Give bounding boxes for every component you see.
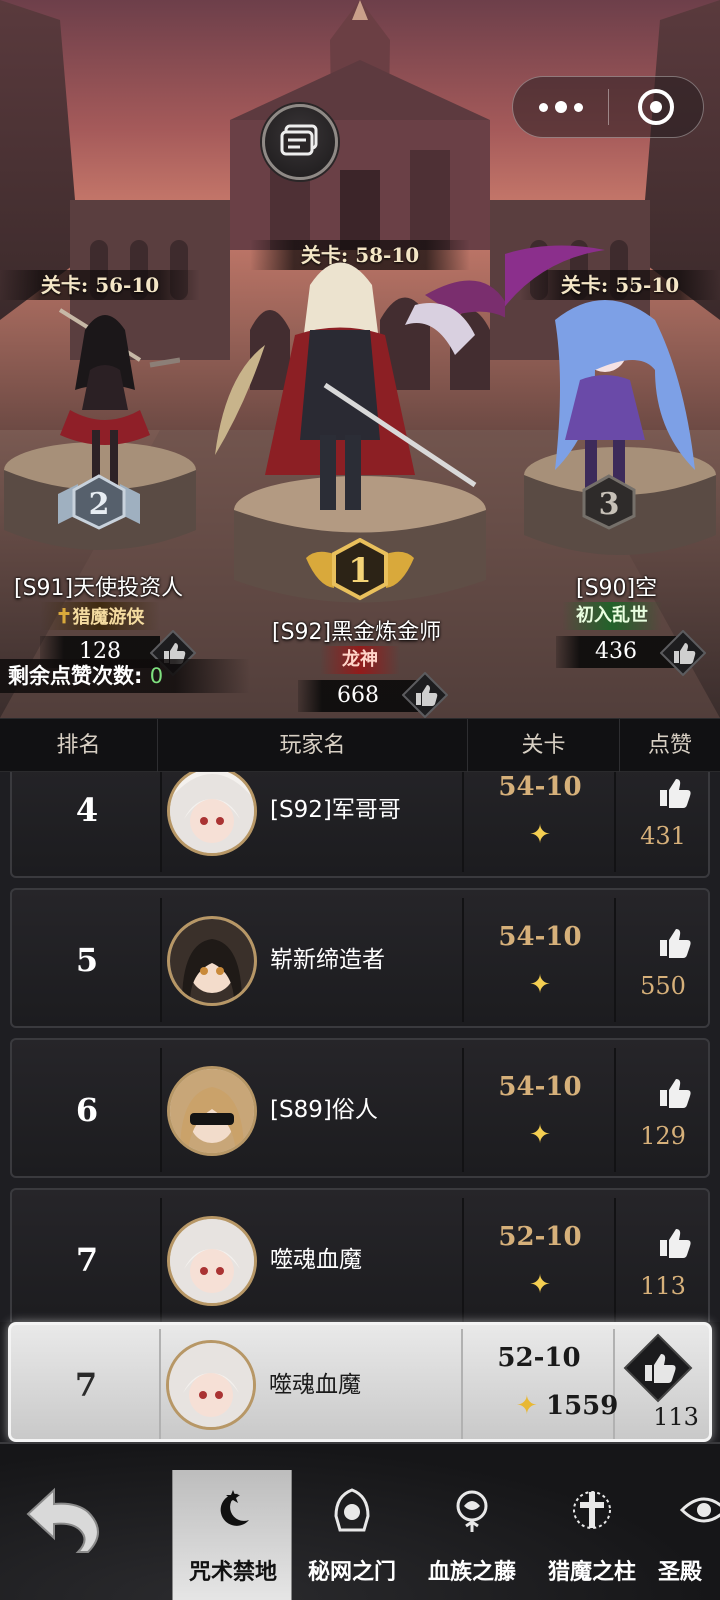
row-stage: 54-10 xyxy=(498,772,582,802)
my-like-count: 113 xyxy=(653,1403,699,1431)
row-like-count: 113 xyxy=(640,1272,686,1300)
remaining-likes-value: 0 xyxy=(149,664,164,688)
row-rank: 6 xyxy=(75,1091,99,1129)
tab-label: 血族之藤 xyxy=(427,1560,516,1585)
tab-secret-gate[interactable]: 秘网之门 xyxy=(292,1470,412,1600)
star-icon: ✦ xyxy=(529,970,551,1000)
target-close-icon[interactable] xyxy=(609,76,703,138)
like-thumb-icon[interactable] xyxy=(652,1220,696,1264)
like-thumb-icon[interactable] xyxy=(652,920,696,964)
table-row[interactable]: 7 噬魂血魔 52-10 ✦ 113 xyxy=(10,1188,710,1322)
table-row[interactable]: 6 [S89]俗人 54-10 ✦ 129 xyxy=(10,1038,710,1178)
table-row[interactable]: 4 [S92]军哥哥 54-10 ✦ 431 xyxy=(10,772,710,878)
third-player-name[interactable]: [S90]空 xyxy=(576,570,657,602)
my-player-name: 噬魂血魔 xyxy=(269,1372,361,1398)
rank-3-medal-icon: 3 xyxy=(582,474,636,530)
first-player-character[interactable] xyxy=(205,235,505,535)
star-icon: ✦ xyxy=(529,1270,551,1300)
my-rank: 7 xyxy=(74,1366,98,1404)
bottom-navigation: 咒术禁地 秘网之门 血族之藤 猎魔之柱 圣殿 xyxy=(0,1442,720,1600)
ranking-table-header: 排名 玩家名 关卡 点赞 xyxy=(0,718,720,773)
rose-icon xyxy=(456,1490,488,1532)
like-thumb-icon[interactable] xyxy=(652,1070,696,1114)
chat-bubble-icon[interactable] xyxy=(262,104,338,180)
tab-label: 咒术禁地 xyxy=(188,1560,277,1585)
star-icon: ✦ xyxy=(529,820,551,850)
tab-hunter-pillar[interactable]: 猎魔之柱 xyxy=(532,1470,652,1600)
like-thumb-icon[interactable] xyxy=(652,772,696,814)
avatar[interactable] xyxy=(166,1340,256,1430)
row-like-count: 431 xyxy=(640,822,686,850)
tab-cursed-land[interactable]: 咒术禁地 xyxy=(172,1470,292,1600)
mini-program-capsule xyxy=(512,76,704,138)
tab-blood-vine[interactable]: 血族之藤 xyxy=(412,1470,532,1600)
avatar[interactable] xyxy=(167,1066,257,1156)
row-stage: 52-10 xyxy=(498,1222,582,1252)
my-score: 1559 xyxy=(546,1391,619,1421)
row-player-name: [S89]俗人 xyxy=(270,1097,378,1123)
remaining-likes-label: 剩余点赞次数: xyxy=(8,664,143,688)
avatar[interactable] xyxy=(167,772,257,856)
first-player-like-count: 668 xyxy=(298,680,418,712)
row-stage: 54-10 xyxy=(498,922,582,952)
my-like-thumb-icon[interactable] xyxy=(623,1333,693,1403)
header-rank: 排名 xyxy=(0,719,158,773)
hooded-figure-icon xyxy=(334,1488,370,1532)
cross-icon: ✝ xyxy=(55,604,73,628)
first-player-name[interactable]: [S92]黑金炼金师 xyxy=(272,614,441,646)
tab-label: 猎魔之柱 xyxy=(547,1560,636,1585)
avatar[interactable] xyxy=(167,916,257,1006)
tab-label: 秘网之门 xyxy=(307,1560,396,1585)
row-player-name: 噬魂血魔 xyxy=(270,1247,362,1273)
tab-sanctum[interactable]: 圣殿 xyxy=(652,1470,720,1600)
row-player-name: [S92]军哥哥 xyxy=(270,797,401,823)
rank-1-medal-icon: 1 xyxy=(306,538,414,601)
remaining-likes: 剩余点赞次数: 0 xyxy=(0,659,250,693)
avatar[interactable] xyxy=(167,1216,257,1306)
header-likes: 点赞 xyxy=(647,733,692,758)
star-icon: ✦ xyxy=(516,1391,538,1421)
row-rank: 7 xyxy=(75,1241,99,1279)
row-player-name: 崭新缔造者 xyxy=(270,947,385,973)
moon-star-icon xyxy=(220,1490,249,1526)
second-player-title: 猎魔游侠 xyxy=(72,607,145,628)
my-rank-row[interactable]: 7 噬魂血魔 52-10 ✦ 1559 113 xyxy=(8,1322,712,1442)
holy-cross-icon xyxy=(573,1491,611,1529)
header-stage: 关卡 xyxy=(468,719,620,773)
header-player-name: 玩家名 xyxy=(158,719,468,773)
more-dots-icon[interactable] xyxy=(513,76,608,138)
my-stage: 52-10 xyxy=(497,1343,581,1373)
rank-2-number: 2 xyxy=(89,487,110,522)
second-player-character[interactable] xyxy=(30,300,180,500)
second-player-title-badge: ✝猎魔游侠 xyxy=(40,602,160,630)
first-like-thumb-icon[interactable] xyxy=(402,672,448,718)
second-stage-label: 关卡: 56-10 xyxy=(0,270,200,300)
eye-icon xyxy=(680,1497,720,1523)
star-icon: ✦ xyxy=(529,1120,551,1150)
third-player-character[interactable] xyxy=(505,240,705,500)
third-like-thumb-icon[interactable] xyxy=(660,630,706,676)
row-rank: 5 xyxy=(75,941,99,979)
rank-1-number: 1 xyxy=(348,551,372,591)
ranking-list[interactable]: 4 [S92]军哥哥 54-10 ✦ 431 5 崭新缔造者 54-10 ✦ 5… xyxy=(0,772,720,1322)
rank-3-number: 3 xyxy=(599,487,620,522)
third-player-title-badge: 初入乱世 xyxy=(562,602,662,630)
back-arrow-icon[interactable] xyxy=(18,1474,118,1574)
third-player-like-count: 436 xyxy=(556,636,676,668)
row-rank: 4 xyxy=(75,791,99,829)
table-row[interactable]: 5 崭新缔造者 54-10 ✦ 550 xyxy=(10,888,710,1028)
row-like-count: 550 xyxy=(640,972,686,1000)
row-like-count: 129 xyxy=(640,1122,686,1150)
podium-section: 关卡: 56-10 关卡: 58-10 关卡: 55-10 2 3 1 [S91… xyxy=(0,0,720,718)
row-stage: 54-10 xyxy=(498,1072,582,1102)
second-player-name[interactable]: [S91]天使投资人 xyxy=(14,570,183,602)
tab-label: 圣殿 xyxy=(658,1560,703,1585)
rank-2-medal-icon: 2 xyxy=(58,474,140,530)
first-player-title-badge: 龙神 xyxy=(320,646,400,674)
